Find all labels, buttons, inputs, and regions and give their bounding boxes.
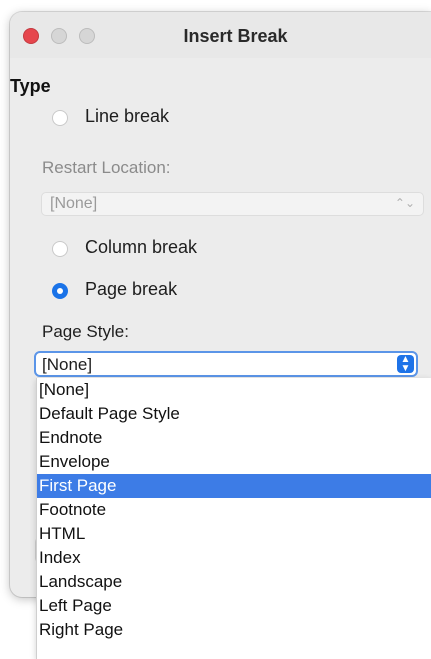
title-bar: Insert Break bbox=[10, 12, 431, 58]
page-style-dropdown-list: [None] Default Page Style Endnote Envelo… bbox=[36, 378, 431, 659]
column-break-label[interactable]: Column break bbox=[85, 237, 197, 258]
dialog-title: Insert Break bbox=[183, 26, 288, 46]
up-down-chevron-icon: ⌃⌄ bbox=[394, 196, 415, 210]
page-style-value: [None] bbox=[42, 355, 93, 374]
page-style-option[interactable]: Endnote bbox=[37, 426, 431, 450]
page-style-select[interactable]: [None] ▲ ▼ bbox=[34, 351, 418, 377]
page-style-option[interactable]: Envelope bbox=[37, 450, 431, 474]
restart-location-label: Restart Location: bbox=[42, 158, 171, 177]
column-break-radio[interactable] bbox=[52, 241, 68, 257]
up-down-stepper-icon[interactable]: ▲ ▼ bbox=[397, 355, 414, 374]
page-style-option[interactable]: Default Page Style bbox=[37, 402, 431, 426]
page-style-option[interactable]: [None] bbox=[37, 378, 431, 402]
page-style-option[interactable]: HTML bbox=[37, 522, 431, 546]
page-style-option[interactable]: Footnote bbox=[37, 498, 431, 522]
type-heading: Type bbox=[10, 76, 51, 96]
line-break-label[interactable]: Line break bbox=[85, 106, 169, 127]
page-style-label: Page Style: bbox=[42, 322, 129, 341]
restart-location-value: [None] bbox=[50, 195, 98, 212]
page-style-option[interactable]: Index bbox=[37, 546, 431, 570]
restart-location-select: [None] ⌃⌄ bbox=[41, 192, 424, 216]
page-break-radio[interactable] bbox=[52, 283, 68, 299]
page-style-option-highlighted[interactable]: First Page bbox=[37, 474, 431, 498]
page-style-option[interactable]: Landscape bbox=[37, 570, 431, 594]
line-break-radio[interactable] bbox=[52, 110, 68, 126]
page-style-option[interactable]: Left Page bbox=[37, 594, 431, 618]
page-style-option[interactable]: Right Page bbox=[37, 618, 431, 642]
page-break-label[interactable]: Page break bbox=[85, 279, 177, 300]
